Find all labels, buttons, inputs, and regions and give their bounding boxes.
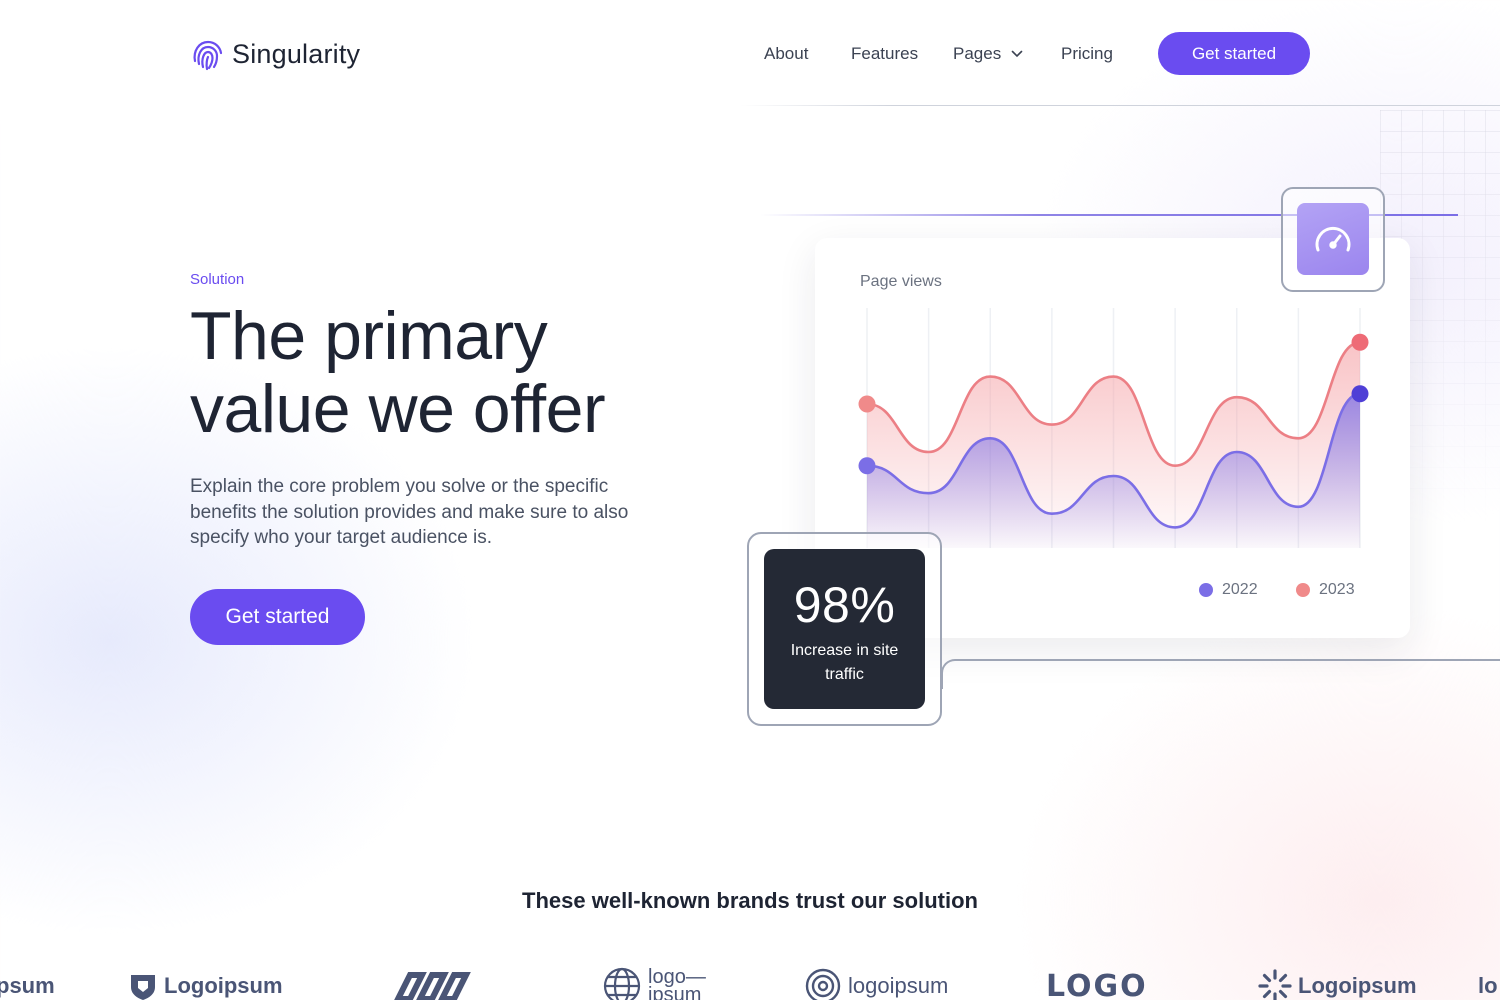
shield-icon: [131, 975, 155, 1000]
legend-dot-2023: [1296, 583, 1310, 597]
legend-label-2022: 2022: [1222, 581, 1258, 598]
hero-headline: The primary value we offer: [190, 300, 710, 446]
brand-logo-5: logoipsum: [804, 966, 948, 1000]
fingerprint-icon: [193, 40, 223, 71]
stat-value: 98%: [793, 577, 896, 633]
brand-logo-2: Logoipsum: [128, 966, 283, 1000]
brand-logo-3: [392, 966, 472, 1000]
nav-dropdown-pages[interactable]: Pages: [953, 44, 1023, 64]
brand-logo-1-text: psum: [0, 973, 55, 998]
brand-logo-6-text: LOGO: [1046, 968, 1148, 1000]
brand-logo-1: psum: [0, 966, 55, 1000]
series-point-2023-8: [1351, 333, 1369, 351]
stat-connector-line: [941, 659, 1500, 689]
nav-link-features[interactable]: Features: [851, 44, 918, 64]
brand-logo-4-text: logo— ipsum: [648, 966, 706, 1000]
brand-logo-5-text: logoipsum: [848, 973, 949, 998]
nav-pages-label: Pages: [953, 44, 1002, 63]
chain-link-icon: [394, 972, 471, 1000]
legend-dot-2022: [1199, 583, 1213, 597]
hero-headline-line-1: The primary: [190, 298, 548, 374]
chevron-down-icon: [1011, 50, 1023, 58]
brand-logo-7-text: Logoipsum: [1298, 973, 1417, 998]
brand-logo-2-text: Logoipsum: [164, 973, 283, 998]
hero-headline-line-2: value we offer: [190, 371, 606, 447]
brands-title: These well-known brands trust our soluti…: [522, 888, 978, 913]
nav-get-started-button[interactable]: Get started: [1158, 32, 1310, 75]
legend-label-2023: 2023: [1319, 581, 1355, 598]
nav-link-about[interactable]: About: [764, 44, 808, 64]
sunburst-icon: [1258, 969, 1292, 1000]
nav-link-pricing[interactable]: Pricing: [1061, 44, 1113, 64]
legend-item-2022: 2022: [1199, 581, 1258, 599]
speedometer-icon: [1315, 227, 1351, 252]
stat-label: Increase in site traffic: [790, 642, 899, 683]
legend-item-2023: 2023: [1296, 581, 1355, 599]
series-point-2023-0: [858, 395, 876, 413]
brand-logo-6: LOGO: [1046, 966, 1148, 1000]
brand-logo[interactable]: Singularity: [190, 36, 360, 72]
stat-card: 98% Increase in site traffic: [764, 549, 925, 709]
series-point-2022-8: [1351, 385, 1369, 403]
series-point-2022-0: [858, 457, 876, 475]
brand-name: Singularity: [232, 38, 361, 69]
spiral-icon: [805, 968, 841, 1000]
gauge-tile: [1297, 203, 1369, 275]
hero-get-started-button[interactable]: Get started: [190, 589, 365, 645]
brand-logo-4: logo— ipsum: [602, 966, 708, 1000]
brand-logo-7: Logoipsum: [1258, 966, 1417, 1000]
brand-logo-8: lo: [1478, 966, 1498, 1000]
hero-eyebrow: Solution: [190, 271, 245, 288]
globe-icon: [603, 967, 641, 1000]
brand-logo-8-text: lo: [1478, 973, 1498, 998]
hero-subtext: Explain the core problem you solve or th…: [190, 476, 629, 548]
nav-divider: [740, 105, 1500, 106]
